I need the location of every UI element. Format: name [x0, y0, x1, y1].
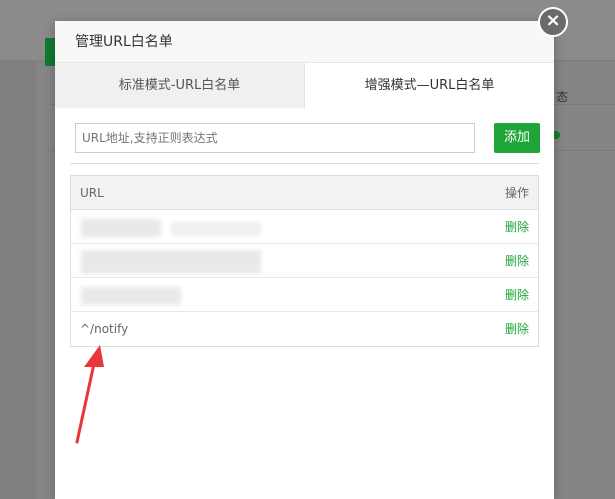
delete-link[interactable]: 删除 — [505, 210, 529, 244]
tab-enhanced-mode[interactable]: 增强模式—URL白名单 — [305, 63, 554, 108]
add-button[interactable]: 添加 — [494, 123, 540, 153]
url-whitelist-table: URL 操作 删除 删除 删除 ^/notify 删除 — [70, 175, 539, 347]
obscured-url-cell — [81, 287, 181, 305]
dialog-title: 管理URL白名单 — [55, 21, 554, 63]
table-row: ^/notify 删除 — [71, 312, 538, 346]
obscured-url-cell — [81, 250, 261, 274]
close-button[interactable]: × — [538, 7, 568, 37]
url-input[interactable] — [75, 123, 475, 153]
url-cell: ^/notify — [80, 322, 129, 336]
close-icon: × — [545, 10, 561, 31]
delete-link[interactable]: 删除 — [505, 312, 529, 346]
page-status-column-header: 态 — [556, 90, 569, 104]
annotation-arrow-icon — [75, 345, 104, 444]
form-divider — [70, 163, 539, 164]
column-header-action: 操作 — [504, 186, 529, 200]
add-url-form: 添加 — [75, 123, 540, 153]
column-header-url: URL — [80, 186, 104, 200]
url-whitelist-dialog: 管理URL白名单 标准模式-URL白名单 增强模式—URL白名单 添加 URL … — [55, 21, 554, 499]
obscured-url-cell — [171, 222, 261, 236]
delete-link[interactable]: 删除 — [505, 244, 529, 278]
table-row: 删除 — [71, 278, 538, 312]
table-header: URL 操作 — [71, 176, 538, 210]
table-row: 删除 — [71, 210, 538, 244]
obscured-url-cell — [81, 219, 161, 237]
delete-link[interactable]: 删除 — [505, 278, 529, 312]
table-row: 删除 — [71, 244, 538, 278]
mode-tabs: 标准模式-URL白名单 增强模式—URL白名单 — [55, 63, 554, 108]
tab-standard-mode[interactable]: 标准模式-URL白名单 — [55, 63, 305, 108]
